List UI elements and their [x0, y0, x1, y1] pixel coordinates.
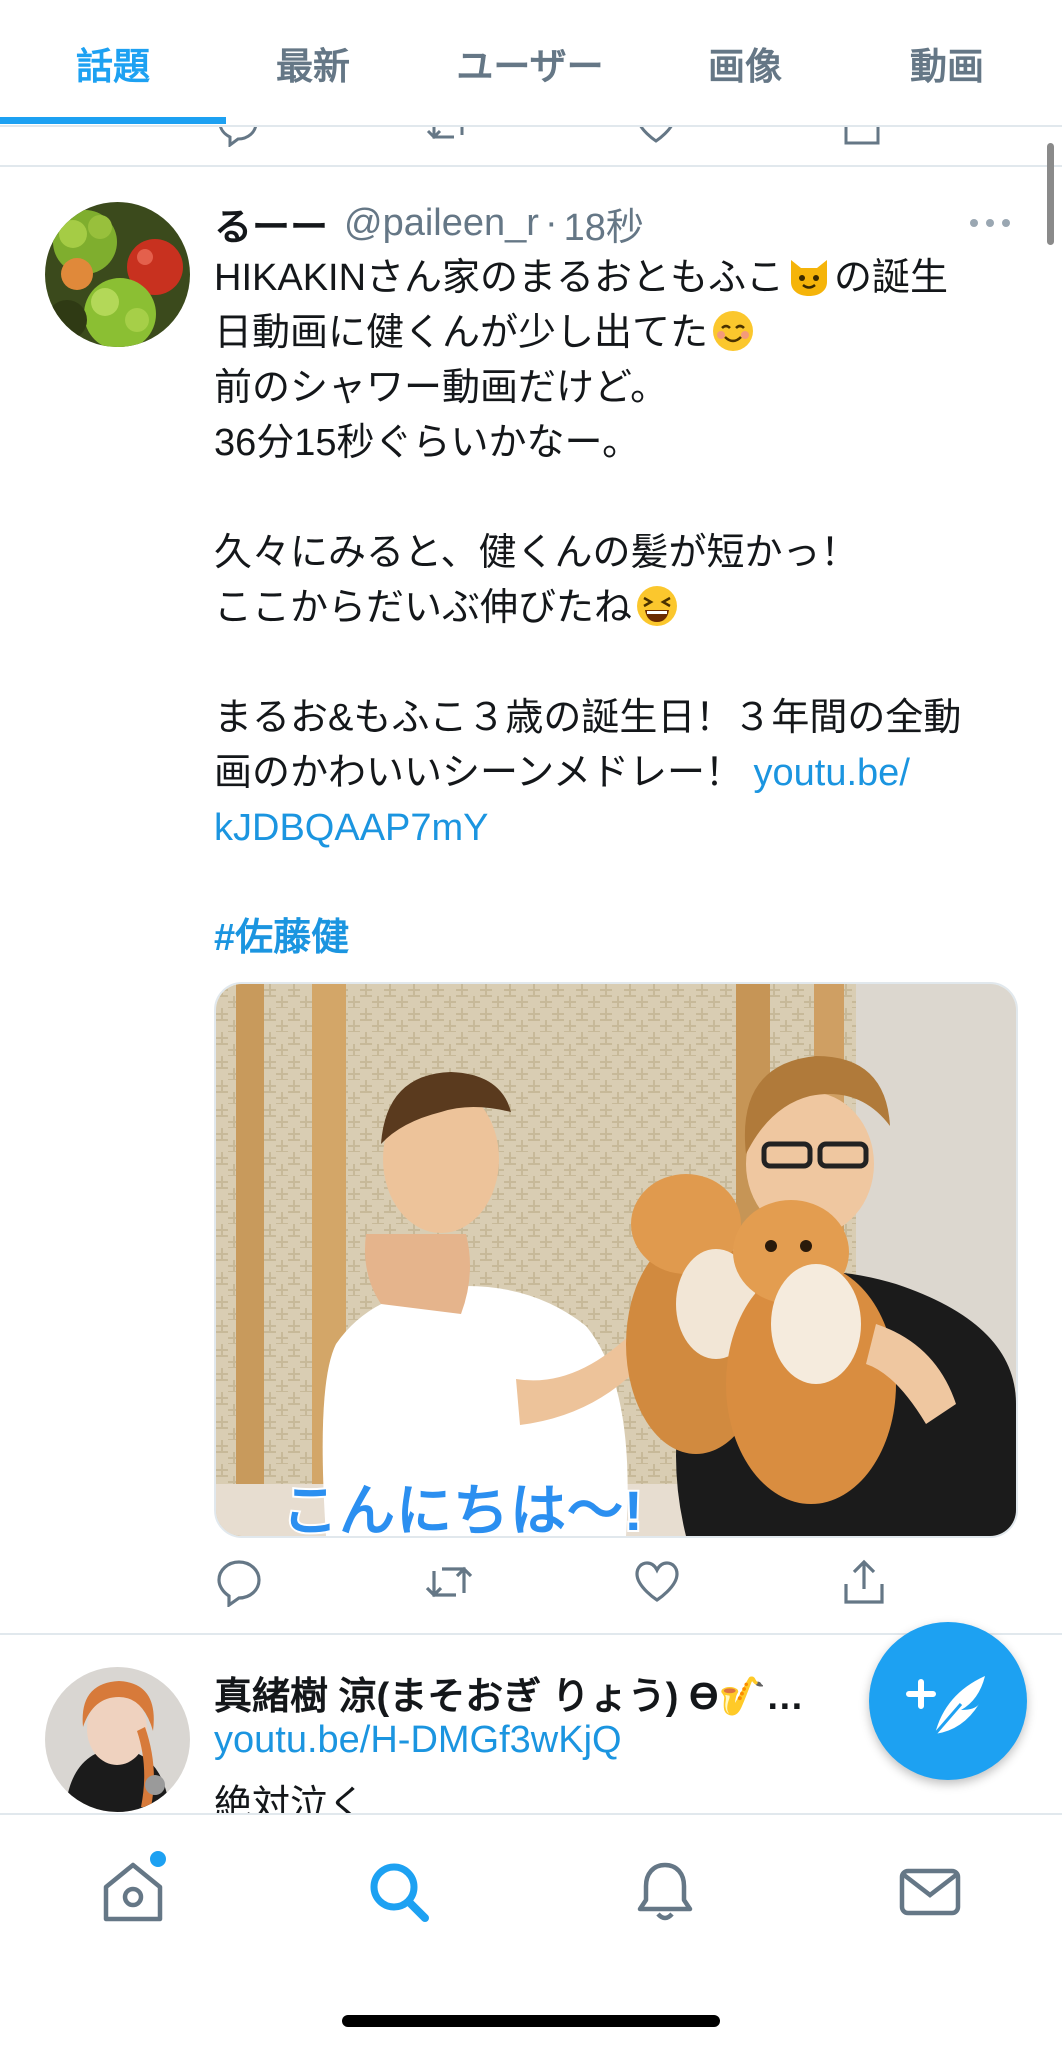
messages-icon[interactable] [895, 1857, 965, 1927]
avatar[interactable] [45, 202, 190, 347]
active-tab-indicator [0, 117, 226, 124]
username[interactable]: @paileen_r [344, 202, 539, 245]
tweet-text-line: の誕生 [834, 257, 949, 299]
tweet[interactable]: るーー @paileen_r · 18秒 HIKAKINさん家のまるおともふこ の… [0, 167, 1062, 1635]
like-icon[interactable] [634, 125, 678, 147]
tab-top[interactable]: 話題 [13, 0, 213, 125]
tweet-link[interactable]: youtu.be/H-DMGf3wKjQ [214, 1719, 622, 1762]
display-name[interactable]: 真緒樹 涼(まそおぎ りょう) ϴ🎷… [214, 1665, 804, 1720]
share-icon[interactable] [839, 1557, 889, 1607]
previous-tweet-actions [0, 125, 1062, 167]
hashtag-link[interactable]: #佐藤健 [214, 911, 1014, 966]
reply-icon[interactable] [214, 1557, 264, 1607]
notifications-icon[interactable] [630, 1857, 700, 1927]
tweet-text-line: HIKAKINさん家のまるおともふこ [214, 257, 785, 299]
tweet-link[interactable]: youtu.be/ [754, 752, 910, 794]
share-icon[interactable] [840, 125, 884, 147]
tweet-text-line: 久々にみると、健くんの髪が短かっ！ [214, 532, 859, 574]
cat-face-emoji [791, 260, 828, 296]
tweet-text: 絶対泣く [214, 1784, 367, 1815]
tweet-header: るーー @paileen_r · 18秒 [214, 195, 994, 251]
display-name[interactable]: るーー [214, 196, 328, 251]
reply-icon[interactable] [216, 125, 260, 147]
tweet-actions [214, 1557, 1014, 1617]
tweet-text: HIKAKINさん家のまるおともふこ の誕生 日動画に健くんが少し出てた 前のシャ… [214, 251, 1014, 966]
grinning-squinting-face-emoji [637, 586, 678, 626]
retweet-icon[interactable] [426, 125, 470, 147]
tweet-text-line: 前のシャワー動画だけど。 [214, 367, 669, 409]
tweet-link[interactable]: kJDBQAAP7mY [214, 801, 1014, 856]
tab-photos[interactable]: 画像 [645, 0, 845, 125]
smiling-face-emoji [713, 311, 754, 351]
search-tabs: 話題 最新 ユーザー 画像 動画 [0, 0, 1062, 127]
tweet-text-line: ここからだいぶ伸びたね [214, 587, 633, 629]
timestamp[interactable]: 18秒 [564, 196, 644, 251]
new-content-dot [147, 1848, 169, 1870]
compose-tweet-icon [906, 1676, 985, 1735]
tab-people[interactable]: ユーザー [430, 0, 630, 125]
avatar[interactable] [45, 1667, 190, 1812]
tab-latest[interactable]: 最新 [213, 0, 413, 125]
tweet-text-line: まるお&もふこ３歳の誕生日！３年間の全動 [214, 697, 962, 739]
tweet-media-image[interactable]: こんにちは〜! [214, 982, 1018, 1538]
more-options-icon[interactable] [968, 213, 1012, 233]
retweet-icon[interactable] [424, 1557, 474, 1607]
tweet-text-line: 画のかわいいシーンメドレー！ [214, 752, 743, 794]
like-icon[interactable] [632, 1557, 682, 1607]
compose-tweet-button[interactable] [869, 1622, 1027, 1780]
tweet-text-line: 日動画に健くんが少し出てた [214, 312, 709, 354]
search-icon[interactable] [364, 1857, 434, 1927]
tweet-text-line: 36分15秒ぐらいかなー。 [214, 422, 641, 464]
bottom-navigation [0, 1813, 1062, 2050]
tab-videos[interactable]: 動画 [847, 0, 1047, 125]
separator: · [544, 201, 558, 244]
media-caption: こんにちは〜! [280, 1477, 645, 1538]
home-indicator[interactable] [342, 2015, 720, 2027]
